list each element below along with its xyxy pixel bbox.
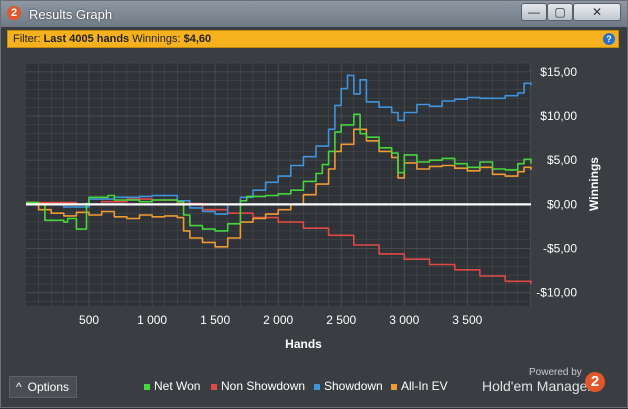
- legend-item-showdown[interactable]: Showdown: [314, 379, 383, 393]
- brand-logo-icon: 2: [585, 372, 605, 392]
- x-tick-label: 2 500: [326, 313, 356, 327]
- legend-item-non-showdown[interactable]: Non Showdown: [211, 379, 305, 393]
- brand-name: Hold'em Manager: [482, 378, 593, 394]
- y-tick-label: -$5,00: [543, 242, 577, 256]
- options-label: Options: [27, 380, 69, 394]
- x-tick-label: 3 000: [389, 313, 419, 327]
- x-axis-title: Hands: [285, 337, 322, 351]
- y-tick-label: $10,00: [540, 109, 577, 123]
- legend-swatch: [314, 383, 320, 390]
- powered-by-text: Powered by: [529, 367, 582, 378]
- y-tick-label: $0,00: [547, 197, 577, 211]
- y-tick-label: $15,00: [540, 65, 577, 79]
- results-graph-window: 2 Results Graph — ▢ ✕ Filter: Last 4005 …: [0, 0, 628, 408]
- x-tick-label: 3 500: [452, 313, 482, 327]
- x-tick-label: 500: [79, 313, 99, 327]
- legend-label: Non Showdown: [221, 379, 306, 393]
- x-tick-label: 1 500: [200, 313, 230, 327]
- legend-swatch: [144, 383, 150, 390]
- chevron-up-icon: ^: [16, 380, 22, 394]
- y-axis-title: Winnings: [587, 157, 601, 211]
- legend-swatch: [211, 383, 217, 390]
- legend-swatch: [391, 383, 397, 390]
- x-tick-label: 1 000: [137, 313, 167, 327]
- y-tick-label: -$10,00: [536, 286, 577, 300]
- legend-item-all-in-ev[interactable]: All-In EV: [391, 379, 448, 393]
- x-tick-label: 2 000: [263, 313, 293, 327]
- legend-label: Showdown: [324, 379, 383, 393]
- legend-item-net-won[interactable]: Net Won: [144, 379, 200, 393]
- options-button[interactable]: ^ Options: [9, 376, 77, 398]
- results-chart: 500 1 000 1 500 2 000 2 500 3 000 3 500 $15,00 $…: [26, 62, 601, 351]
- y-tick-label: $5,00: [547, 153, 577, 167]
- legend-label: Net Won: [154, 379, 201, 393]
- legend-label: All-In EV: [401, 379, 448, 393]
